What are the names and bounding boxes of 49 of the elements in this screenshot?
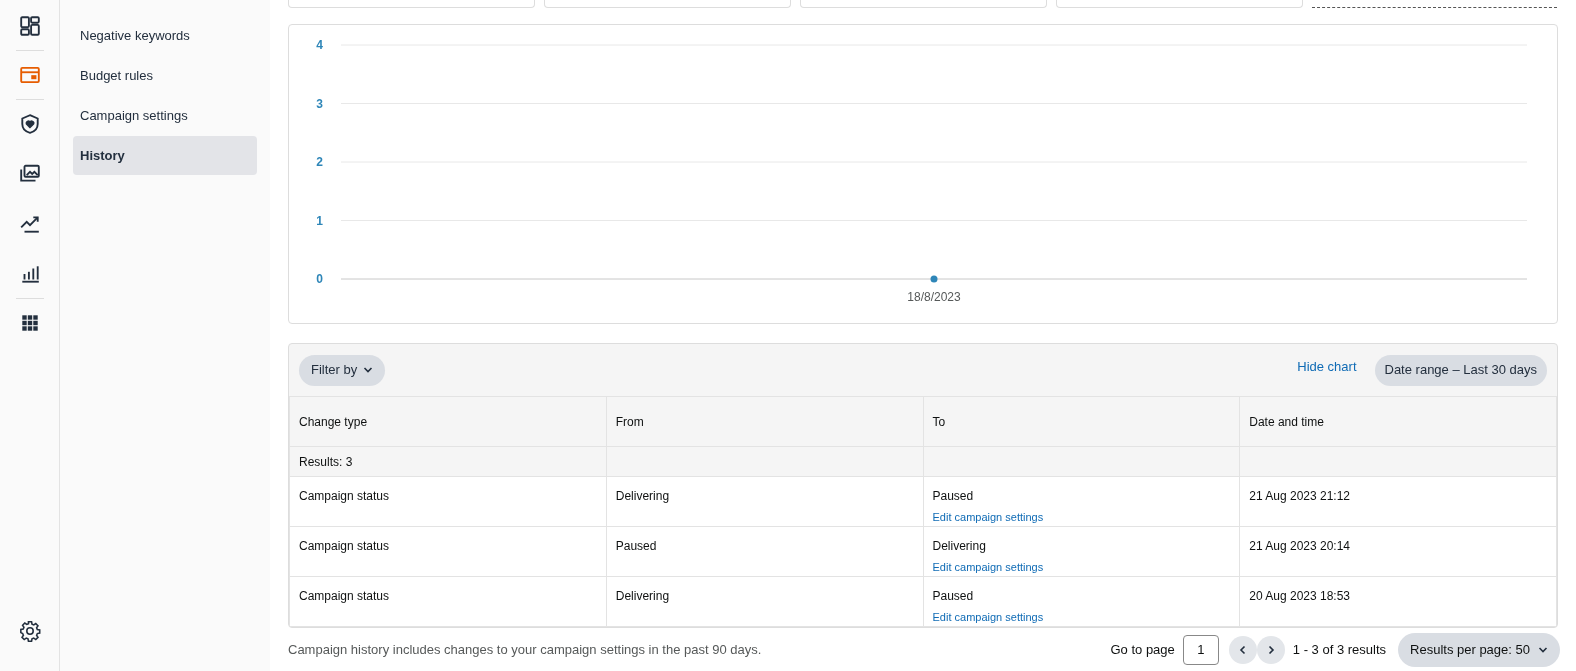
edit-settings-link[interactable]: Edit campaign settings — [932, 609, 1044, 626]
previous-page-button[interactable] — [1228, 635, 1257, 664]
edit-settings-link[interactable]: Edit campaign settings — [932, 559, 1044, 576]
sidebar-item[interactable]: Negative keywords — [73, 16, 257, 55]
filter-button[interactable]: Filter by — [299, 354, 386, 386]
table-cell: Campaign status — [289, 576, 607, 627]
x-tick-label: 18/8/2023 — [907, 290, 961, 304]
chevron-left-icon — [1237, 644, 1248, 655]
table-cell: Delivering — [606, 476, 923, 527]
table-cell: Campaign status — [289, 526, 607, 577]
y-tick-label: 2 — [316, 155, 323, 169]
settings-icon — [18, 620, 41, 642]
table-cell: 21 Aug 2023 20:14 — [1239, 526, 1557, 577]
date-range-button[interactable]: Date range – Last 30 days — [1374, 354, 1547, 386]
table-cell: 21 Aug 2023 21:12 — [1239, 476, 1557, 527]
results-range: 1 - 3 of 3 results — [1292, 640, 1387, 659]
shield-heart-icon — [18, 113, 41, 135]
column-header: To — [923, 396, 1240, 447]
page-input[interactable]: 1 — [1182, 634, 1219, 665]
dashboard-icon — [18, 15, 41, 37]
wallet-icon — [18, 64, 41, 86]
table-cell: Campaign status — [289, 476, 607, 527]
data-point — [930, 275, 938, 283]
results-per-page-dropdown[interactable]: Results per page: 50 — [1398, 632, 1560, 667]
footnote-text: Campaign history includes changes to your campaign settings in the past 90 days. — [288, 640, 762, 659]
column-header: Date and time — [1239, 396, 1557, 447]
table-cell-text: Delivering — [932, 538, 987, 555]
y-tick-label: 4 — [316, 38, 323, 52]
next-page-button[interactable] — [1256, 635, 1285, 664]
table-cell-text: Paused — [932, 588, 975, 605]
hide-chart-link[interactable]: Hide chart — [1297, 357, 1357, 377]
table-cell: Delivering — [606, 576, 923, 627]
y-tick-label: 0 — [316, 272, 323, 286]
chevron-down-icon — [363, 365, 374, 375]
go-to-page-label: Go to page — [1110, 640, 1175, 659]
column-header: Change type — [289, 396, 607, 447]
trend-up-icon — [18, 213, 41, 235]
table-cell-text: Paused — [932, 488, 975, 505]
sidebar-item[interactable]: History — [73, 136, 257, 175]
table-cell: 20 Aug 2023 18:53 — [1239, 576, 1557, 627]
y-tick-label: 1 — [316, 213, 323, 228]
sidebar-item[interactable]: Budget rules — [73, 56, 257, 95]
column-header: From — [606, 396, 923, 447]
results-count: Results: 3 — [289, 446, 607, 477]
table-cell: Paused — [606, 526, 923, 577]
edit-settings-link[interactable]: Edit campaign settings — [932, 509, 1044, 526]
image-stack-icon — [18, 163, 41, 185]
y-tick-label: 3 — [316, 96, 323, 111]
sidebar-item[interactable]: Campaign settings — [73, 96, 257, 135]
